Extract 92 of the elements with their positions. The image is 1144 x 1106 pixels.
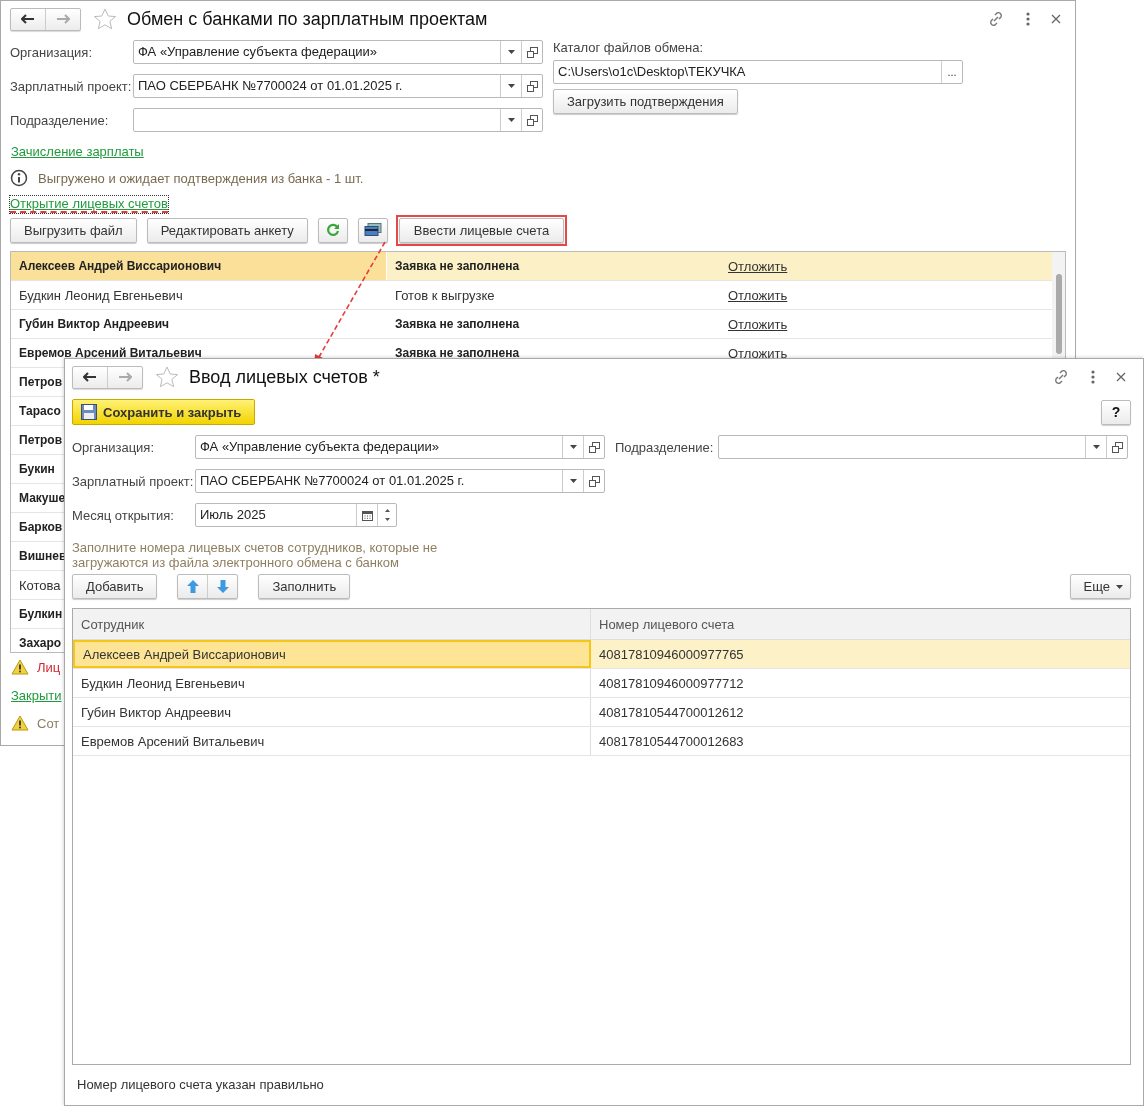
table-cell[interactable]: Евремов Арсений Витальевич <box>73 727 591 755</box>
info-message: Выгружено и ожидает подтверждения из банка - 1 шт. <box>38 170 364 186</box>
field-label: Подразделение: <box>615 439 715 455</box>
table-cell[interactable]: Алексеев Андрей Виссарионович <box>73 640 591 668</box>
postpone-link[interactable]: Отложить <box>728 345 788 361</box>
more-icon[interactable] <box>1090 369 1096 385</box>
warning-message: Сот <box>37 715 60 731</box>
more-icon[interactable] <box>1025 11 1031 27</box>
add-button[interactable]: Добавить <box>72 574 158 599</box>
table-cell-text: Готов к выгрузке <box>394 287 496 303</box>
field-label: Каталог файлов обмена: <box>553 40 705 55</box>
toolbar-button[interactable]: Ввести лицевые счета <box>398 217 565 243</box>
closing-link[interactable]: Закрыти <box>11 687 62 703</box>
fill-button[interactable]: Заполнить <box>258 574 351 599</box>
windows-icon <box>588 441 600 453</box>
select-field[interactable]: ПАО СБЕРБАНК №7700024 от 01.01.2025 г. <box>133 74 543 98</box>
windows-icon <box>526 46 538 58</box>
star-icon[interactable] <box>93 8 117 30</box>
windows-icon <box>526 80 538 92</box>
window-title: Ввод лицевых счетов * <box>189 366 380 388</box>
calendar-icon <box>361 509 373 521</box>
caret-icon <box>1092 445 1100 449</box>
cards-button[interactable] <box>357 217 388 243</box>
windows-icon <box>1111 441 1123 453</box>
spin-arrows-icon <box>384 508 390 522</box>
info-icon <box>10 169 28 187</box>
link-icon[interactable] <box>987 10 1005 28</box>
arrow-left-icon <box>83 372 97 382</box>
arrow-up-icon <box>186 580 199 593</box>
arrow-right-icon <box>56 14 70 24</box>
scrollbar-thumb[interactable] <box>1055 274 1062 354</box>
select-field[interactable] <box>718 435 1128 459</box>
refresh-icon <box>325 223 340 237</box>
month-field[interactable]: Июль 2025 <box>195 503 397 527</box>
postpone-link[interactable]: Отложить <box>728 316 788 332</box>
close-icon[interactable] <box>1051 14 1061 24</box>
select-field[interactable]: ФА «Управление субъекта федерации» <box>133 40 543 64</box>
table-cell-text: Заявка не заполнена <box>394 317 521 331</box>
arrow-right-icon <box>118 372 132 382</box>
toolbar-button[interactable]: Редактировать анкету <box>146 217 308 243</box>
windows-icon <box>526 114 538 126</box>
table-cell-text: Заявка не заполнена <box>394 259 521 273</box>
select-field[interactable] <box>133 108 543 132</box>
cards-icon <box>363 223 382 237</box>
caret-icon <box>507 50 515 54</box>
column-header[interactable]: Номер лицевого счета <box>591 616 735 632</box>
link-icon[interactable] <box>1052 368 1070 386</box>
save-and-close-button[interactable]: Сохранить и закрыть <box>72 399 256 425</box>
caret-icon <box>569 479 577 483</box>
refresh-button[interactable] <box>317 217 348 243</box>
table-cell[interactable]: 40817810946000977765 <box>591 646 744 662</box>
postpone-link[interactable]: Отложить <box>728 258 788 274</box>
caret-icon <box>1116 584 1123 589</box>
warning-message: Лиц <box>37 659 61 675</box>
table-cell[interactable]: 40817810544700012683 <box>591 733 744 749</box>
star-icon[interactable] <box>155 366 179 388</box>
help-button[interactable]: ? <box>1101 399 1131 425</box>
field-label: Организация: <box>72 439 156 455</box>
caret-icon <box>569 445 577 449</box>
arrow-down-icon <box>216 580 229 593</box>
column-header[interactable]: Сотрудник <box>73 609 591 639</box>
payroll-link[interactable]: Зачисление зарплаты <box>11 144 144 159</box>
table-cell: Губин Виктор Андреевич <box>11 310 387 338</box>
windows-icon <box>588 475 600 487</box>
floppy-icon <box>81 404 97 420</box>
field-label: Подразделение: <box>10 112 110 128</box>
browse-button[interactable]: ... <box>941 61 962 83</box>
table-cell[interactable]: Будкин Леонид Евгеньевич <box>73 669 591 697</box>
warning-icon <box>11 715 29 731</box>
status-text: Номер лицевого счета указан правильно <box>76 1076 325 1094</box>
select-field[interactable]: ФА «Управление субъекта федерации» <box>195 435 605 459</box>
table-cell[interactable]: Губин Виктор Андреевич <box>73 698 591 726</box>
caret-icon <box>507 84 515 88</box>
window-title: Обмен с банками по зарплатным проектам <box>127 8 488 30</box>
table-cell: Алексеев Андрей Виссарионович <box>11 252 387 280</box>
table-cell[interactable]: 40817810544700012612 <box>591 704 744 720</box>
toolbar-button[interactable]: Выгрузить файл <box>10 217 137 243</box>
field-label: Организация: <box>10 44 94 60</box>
arrow-left-icon <box>21 14 35 24</box>
load-confirmations-button[interactable]: Загрузить подтверждения <box>553 89 738 114</box>
more-button[interactable]: Еще <box>1069 574 1131 599</box>
path-field[interactable]: C:\Users\o1c\Desktop\ТЕКУЧКА ... <box>553 60 963 84</box>
postpone-link[interactable]: Отложить <box>728 287 788 303</box>
field-label: Зарплатный проект: <box>10 78 133 94</box>
table-cell-text: Заявка не заполнена <box>394 346 521 360</box>
select-field[interactable]: ПАО СБЕРБАНК №7700024 от 01.01.2025 г. <box>195 469 605 493</box>
close-icon[interactable] <box>1116 372 1126 382</box>
table-cell: Будкин Леонид Евгеньевич <box>11 281 387 309</box>
warning-icon <box>11 659 29 675</box>
caret-icon <box>507 118 515 122</box>
accounts-link[interactable]: Открытие лицевых счетов <box>10 196 168 213</box>
table-cell[interactable]: 40817810946000977712 <box>591 675 744 691</box>
